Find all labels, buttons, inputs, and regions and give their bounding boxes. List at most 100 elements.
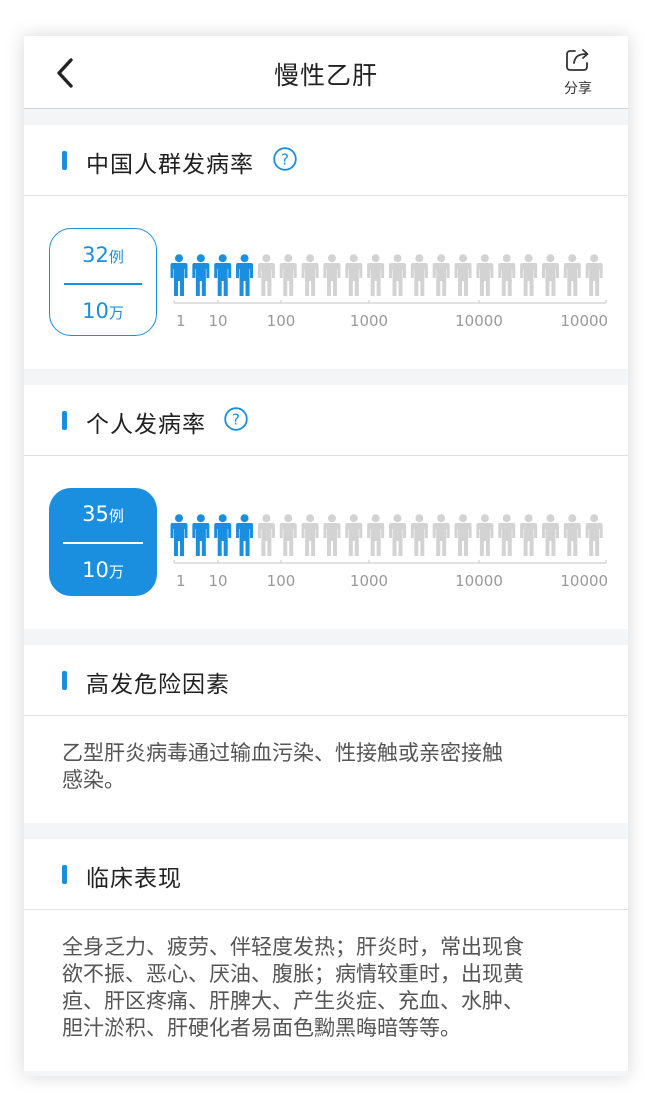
risk-factors-title: 高发危险因素	[86, 672, 230, 698]
person-figure	[476, 254, 494, 296]
population-rate-body: 32例 10万 110100100010000100000	[24, 196, 628, 369]
person-figure	[498, 254, 516, 296]
page-title: 慢性乙肝	[273, 61, 378, 90]
rate-base-number: 10	[82, 558, 109, 582]
clinical-card: 临床表现 全身乏力、疲劳、伴轻度发热；肝炎时，常出现食 欲不振、恶心、厌油、腹胀…	[24, 839, 628, 1071]
person-figure	[301, 514, 319, 556]
person-figure	[192, 514, 210, 556]
text-line: 欲不振、恶心、厌油、腹胀；病情较重时，出现黄	[62, 962, 524, 986]
question-circle-icon[interactable]: ?	[224, 407, 248, 431]
personal-rate-body: 35例 10万 110100100010000100000	[24, 456, 628, 629]
person-figure	[541, 254, 559, 296]
scale-label: 10000	[455, 312, 503, 330]
person-figure	[257, 514, 275, 556]
person-figure	[301, 254, 319, 296]
person-figure	[389, 254, 406, 296]
population-rate-title: 中国人群发病率	[86, 152, 254, 178]
person-figure	[432, 254, 450, 296]
scale-label: 10	[208, 572, 227, 590]
question-circle-icon[interactable]: ?	[273, 147, 297, 171]
rate-denominator: 10万	[49, 558, 157, 582]
rate-number: 32	[82, 243, 109, 267]
rate-base-unit: 万	[108, 304, 124, 322]
person-figure	[345, 514, 363, 556]
scale-label: 1	[176, 572, 186, 590]
rate-unit: 例	[108, 507, 124, 525]
risk-factors-card: 高发危险因素 乙型肝炎病毒通过输血污染、性接触或亲密接触 感染。	[24, 645, 628, 823]
section-marker	[62, 865, 67, 884]
person-figure	[170, 254, 188, 296]
person-figure	[345, 254, 363, 296]
person-figure	[323, 514, 341, 556]
population-rate-card: 中国人群发病率 ? 32例 10万 110100100010000100000	[24, 125, 628, 369]
person-figure	[214, 514, 232, 556]
text-line: 感染。	[62, 768, 125, 792]
scale-label: 100	[267, 572, 296, 590]
person-figure	[454, 254, 472, 296]
fraction-line	[64, 283, 142, 285]
person-figure	[367, 254, 385, 296]
person-figure	[257, 254, 275, 296]
population-rate-badge: 32例 10万	[49, 228, 157, 336]
person-figure	[520, 514, 538, 556]
person-figure	[454, 514, 472, 556]
person-figure	[367, 514, 385, 556]
person-figure	[585, 514, 603, 556]
personal-scale: 1 10 100 1000 10000 100000	[173, 560, 608, 590]
person-figure	[323, 254, 341, 296]
population-rate-header: 中国人群发病率 ?	[24, 125, 628, 196]
person-figure	[170, 514, 188, 556]
scale-label: 10	[208, 312, 227, 330]
rate-numerator: 35例	[49, 502, 157, 526]
clinical-title: 临床表现	[86, 866, 182, 892]
risk-factors-header: 高发危险因素	[24, 645, 628, 716]
nav-header: 慢性乙肝 分享	[24, 36, 628, 109]
scale-label: 100	[267, 312, 296, 330]
person-figure	[410, 254, 428, 296]
person-figure	[585, 254, 603, 296]
person-figure	[410, 514, 428, 556]
rate-base-unit: 万	[108, 563, 124, 581]
person-figure	[520, 254, 538, 296]
person-figure	[279, 254, 297, 296]
personal-rate-title: 个人发病率	[86, 412, 206, 438]
section-marker	[62, 411, 67, 430]
svg-text:?: ?	[232, 411, 240, 429]
rate-number: 35	[82, 502, 109, 526]
rate-numerator: 32例	[50, 243, 156, 267]
person-figure	[236, 514, 254, 556]
text-line: 疸、肝区疼痛、肝脾大、产生炎症、充血、水肿、	[62, 989, 524, 1013]
person-figure	[563, 514, 581, 556]
scale-label: 1	[176, 312, 186, 330]
personal-rate-card: 个人发病率 ? 35例 10万 110100100010000100000	[24, 385, 628, 629]
person-figure	[389, 514, 406, 556]
section-marker	[62, 671, 67, 690]
rate-denominator: 10万	[50, 299, 156, 323]
clinical-text: 全身乏力、疲劳、伴轻度发热；肝炎时，常出现食 欲不振、恶心、厌油、腹胀；病情较重…	[62, 934, 598, 1042]
rate-unit: 例	[108, 248, 124, 266]
svg-text:?: ?	[281, 151, 289, 169]
scale-label: 1000	[350, 312, 388, 330]
share-label: 分享	[564, 81, 592, 97]
fraction-line	[63, 542, 143, 544]
person-figure	[476, 514, 494, 556]
person-figure	[432, 514, 450, 556]
person-figure	[498, 514, 516, 556]
person-figure	[541, 514, 559, 556]
person-figure	[236, 254, 254, 296]
person-figure	[214, 254, 232, 296]
person-figure	[192, 254, 210, 296]
text-line: 乙型肝炎病毒通过输血污染、性接触或亲密接触	[62, 741, 503, 765]
population-figures	[170, 254, 603, 296]
share-icon	[566, 49, 589, 71]
personal-rate-header: 个人发病率 ?	[24, 385, 628, 456]
share-button[interactable]: 分享	[556, 46, 600, 100]
rate-base-number: 10	[82, 299, 109, 323]
population-scale: 1 10 100 1000 10000 100000	[173, 300, 608, 330]
risk-factors-text: 乙型肝炎病毒通过输血污染、性接触或亲密接触 感染。	[62, 740, 598, 794]
text-line: 全身乏力、疲劳、伴轻度发热；肝炎时，常出现食	[62, 935, 524, 959]
app-screen: 慢性乙肝 分享 中国人群发病率 ? 32例 10万 1 10 100 1000 …	[24, 36, 628, 1076]
personal-rate-badge: 35例 10万	[49, 488, 157, 596]
scale-label: 100000	[560, 312, 608, 330]
scale-label: 1000	[350, 572, 388, 590]
